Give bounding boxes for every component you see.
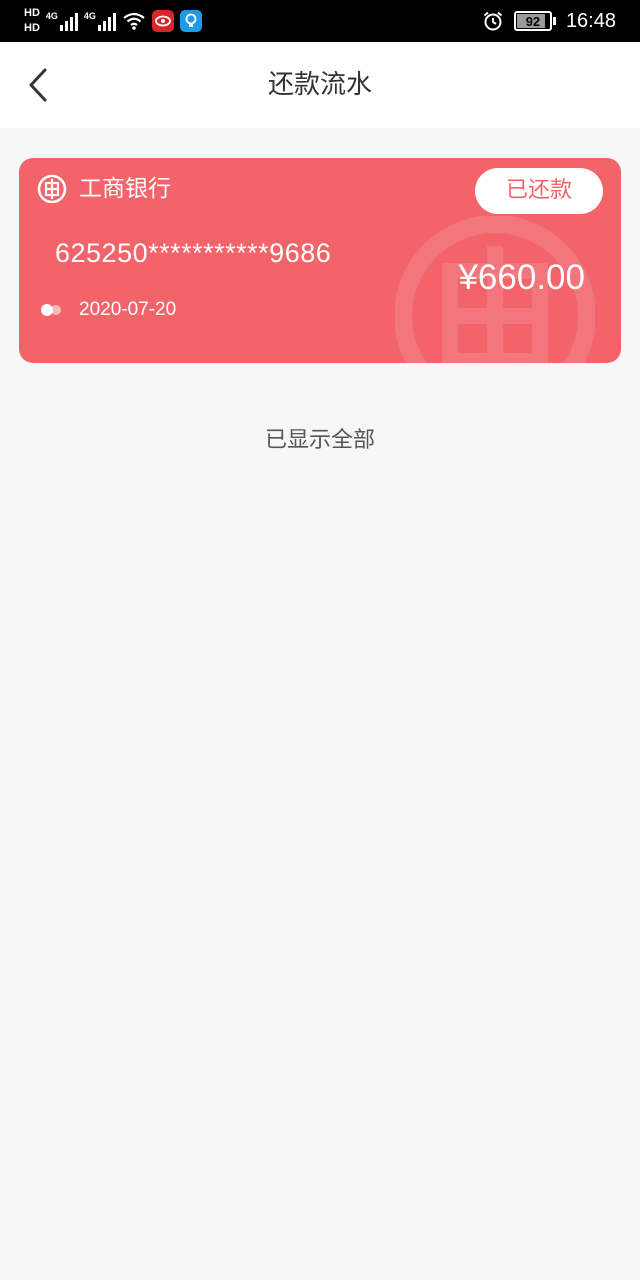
status-time: 16:48 [565, 9, 616, 32]
status-bar-right: 92 16:48 [482, 0, 616, 42]
hd-indicator-1: HD [24, 7, 40, 19]
repayment-amount: ¥660.00 [458, 258, 585, 297]
hd-indicator-2: HD [24, 22, 40, 34]
repayment-record-card[interactable]: 工商银行 已还款 625250***********9686 ¥660.00 2… [19, 158, 621, 363]
battery-level: 92 [525, 13, 541, 29]
wifi-icon [123, 12, 145, 30]
dots-icon [41, 304, 65, 316]
icbc-logo-icon [37, 174, 67, 204]
card-number: 625250***********9686 [55, 238, 332, 268]
repayment-status-badge: 已还款 [475, 168, 603, 214]
cellular-signal-icon: 4G [46, 11, 78, 31]
notification-bulb-icon [179, 10, 202, 32]
bank-name: 工商银行 [79, 176, 171, 202]
alarm-icon [483, 11, 503, 31]
hd-indicators: HD HD [24, 7, 40, 35]
cellular-signal-icon-2: 4G [84, 11, 116, 31]
nav-header: 还款流水 [0, 42, 640, 128]
battery-icon: 92 [513, 11, 556, 31]
list-end-text: 已显示全部 [264, 428, 375, 453]
status-bar-left: HD HD 4G 4G [24, 4, 202, 38]
page-title: 还款流水 [267, 70, 372, 100]
status-bar: HD HD 4G 4G 92 16:48 [0, 0, 640, 42]
notification-app-icon [151, 10, 174, 32]
repayment-date: 2020-07-20 [79, 299, 177, 320]
